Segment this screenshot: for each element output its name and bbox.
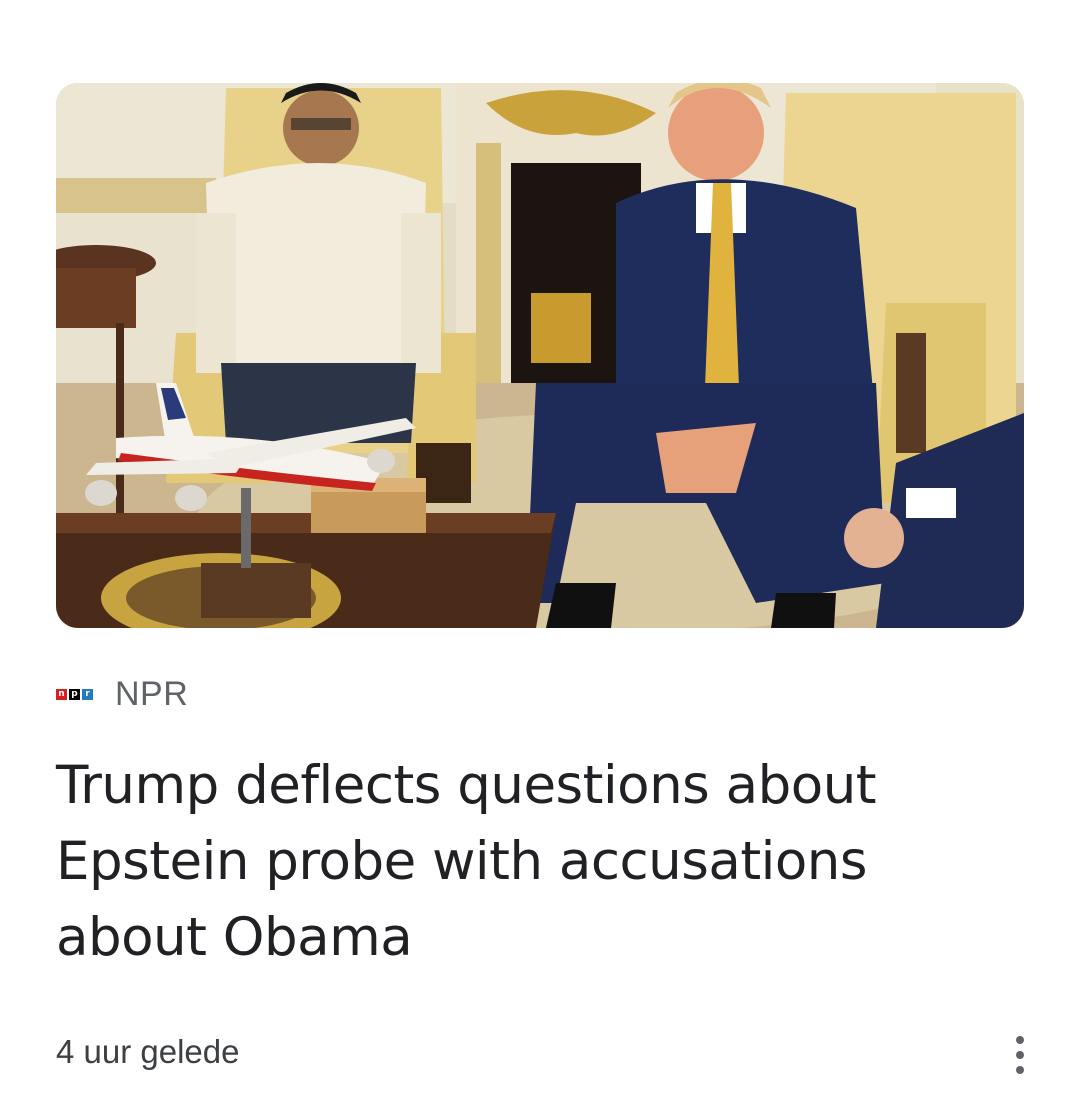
source-row[interactable]: n p r NPR bbox=[56, 670, 188, 718]
npr-logo-n: n bbox=[56, 688, 67, 700]
news-card[interactable]: n p r NPR Trump deflects questions about… bbox=[0, 0, 1080, 1113]
npr-logo: n p r bbox=[56, 688, 93, 700]
article-headline[interactable]: Trump deflects questions about Epstein p… bbox=[56, 748, 996, 976]
source-name: NPR bbox=[115, 674, 189, 713]
article-image[interactable] bbox=[56, 83, 1024, 628]
article-timestamp: 4 uur gelede bbox=[56, 1033, 240, 1070]
more-vert-icon[interactable] bbox=[1000, 1030, 1040, 1080]
npr-logo-p: p bbox=[69, 688, 80, 700]
npr-logo-r: r bbox=[82, 688, 93, 700]
more-dot bbox=[1016, 1036, 1024, 1044]
more-dot bbox=[1016, 1066, 1024, 1074]
more-dot bbox=[1016, 1051, 1024, 1059]
